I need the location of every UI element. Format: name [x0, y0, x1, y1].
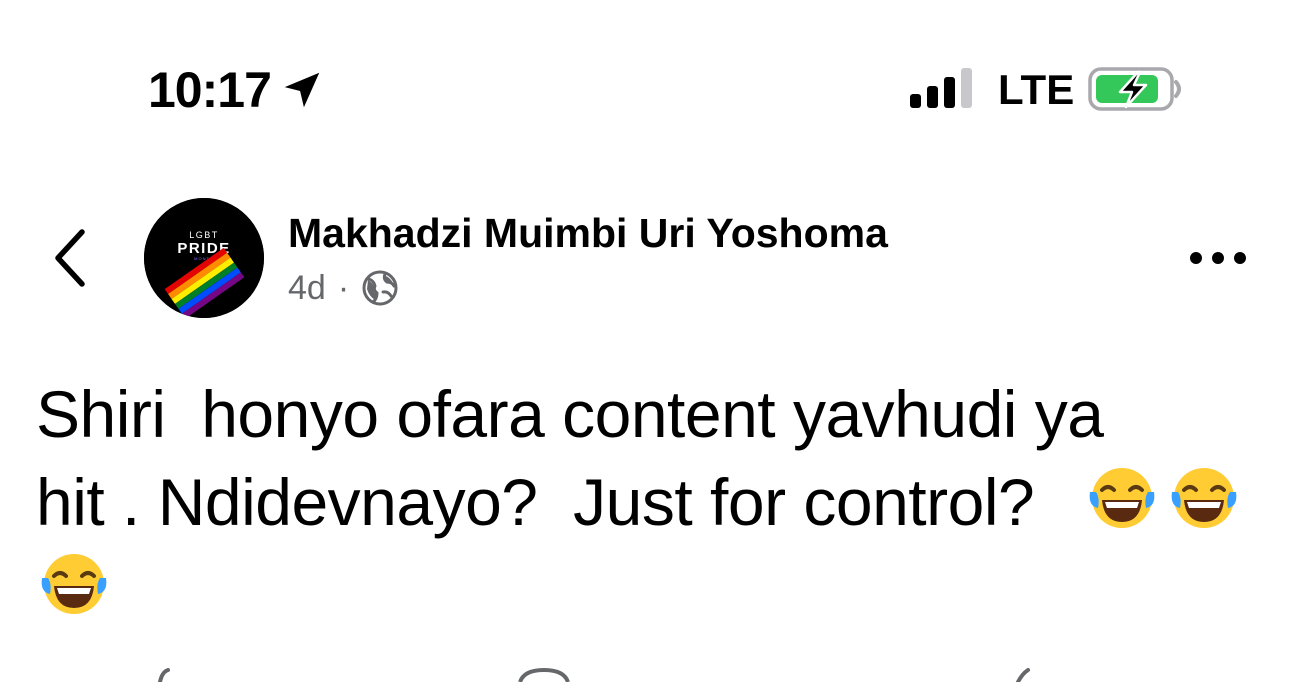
author-name[interactable]: Makhadzi Muimbi Uri Yoshoma [288, 208, 888, 258]
like-icon[interactable] [150, 668, 180, 682]
post-meta: 4d · [288, 266, 399, 310]
post-text-line1: Shiri honyo ofara content yavhudi ya [36, 377, 1104, 451]
comment-icon[interactable] [516, 668, 572, 682]
status-time: 10:17 [148, 62, 325, 118]
pride-logo-image: LGBT PRIDE MONTH [144, 198, 264, 318]
post-age[interactable]: 4d [288, 266, 326, 310]
author-avatar[interactable]: LGBT PRIDE MONTH [144, 198, 264, 318]
avatar-line1: LGBT [189, 230, 219, 240]
laughing-tears-emoji [1089, 468, 1155, 528]
post-text-line2: hit . Ndidevnayo? Just for control? [36, 465, 1035, 539]
network-type-label: LTE [998, 66, 1075, 113]
globe-icon [362, 270, 398, 306]
laughing-tears-emoji [41, 554, 107, 614]
share-icon[interactable] [1008, 668, 1038, 682]
location-arrow-icon [284, 72, 320, 108]
laughing-tears-emoji [1171, 468, 1237, 528]
chevron-left-icon[interactable] [48, 226, 92, 290]
post-text: Shiri honyo ofara content yavhudi ya hit… [36, 370, 1256, 546]
clock-text: 10:17 [148, 62, 272, 118]
cellular-signal-icon [910, 68, 972, 108]
battery-charging-icon [1088, 67, 1181, 111]
meta-separator: · [337, 269, 350, 307]
more-horizontal-icon[interactable] [1188, 248, 1248, 268]
